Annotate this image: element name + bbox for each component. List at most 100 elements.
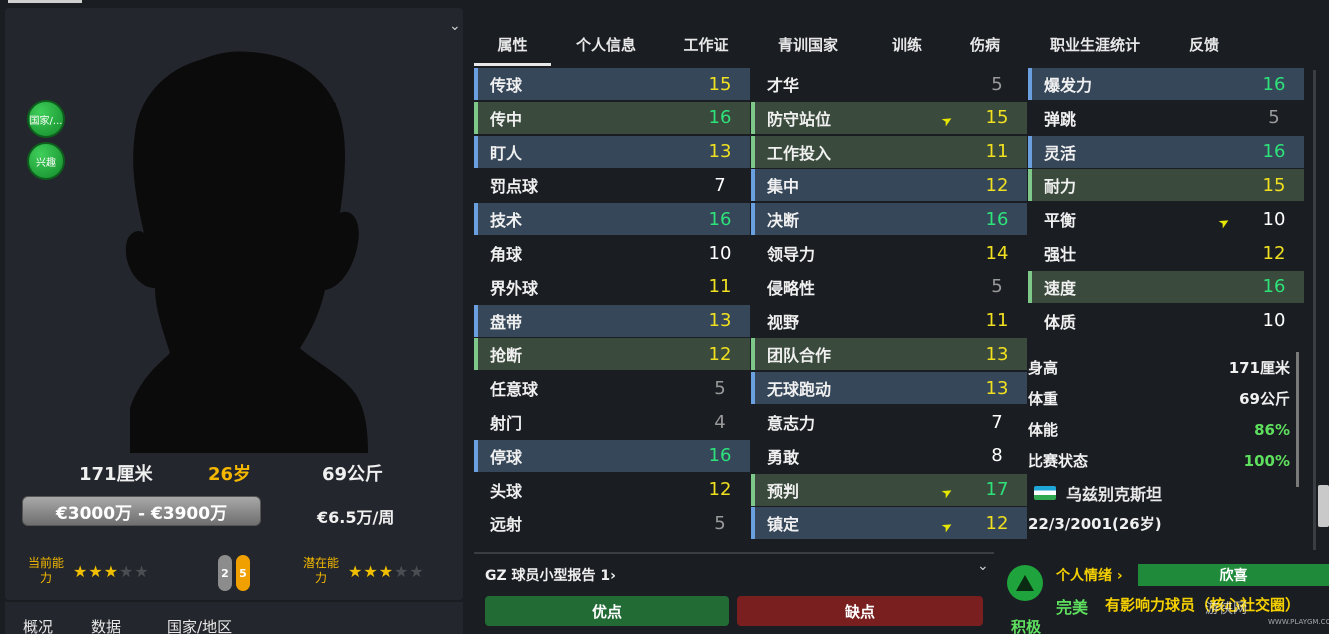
attribute-name: 耐力 [1044, 177, 1077, 197]
left-foot-icon: 2 [218, 555, 232, 591]
attribute-row[interactable]: 抢断 12 [474, 338, 750, 371]
attribute-name: 盯人 [490, 143, 523, 163]
attribute-row[interactable]: 耐力 15 [1028, 169, 1304, 202]
morale-up-icon[interactable] [1007, 565, 1043, 601]
attribute-row[interactable]: 领导力 14 [751, 237, 1027, 269]
trend-placeholder [1220, 247, 1243, 260]
trend-placeholder [666, 483, 689, 496]
attribute-row[interactable]: 才华 5 [751, 68, 1027, 100]
attribute-row[interactable]: 镇定 ➤ 12 [751, 507, 1027, 540]
report-title: GZ 球员小型报告 1 [485, 568, 611, 584]
player-silhouette-image [125, 51, 368, 453]
weaknesses-header[interactable]: 缺点 [737, 596, 983, 626]
attribute-row[interactable]: 强壮 12 [1028, 237, 1304, 269]
attribute-row[interactable]: 灵活 16 [1028, 135, 1304, 168]
star-empty-icon: ★ [134, 561, 150, 581]
trend-placeholder [666, 213, 689, 226]
attribute-row[interactable]: 侵略性 5 [751, 271, 1027, 303]
trend-placeholder [1220, 78, 1243, 91]
attribute-row[interactable]: 任意球 5 [474, 372, 750, 404]
nationality-badge[interactable]: 国家/... [27, 100, 65, 138]
badge-label: 国家/... [29, 115, 63, 127]
attribute-name: 抢断 [490, 346, 523, 366]
attribute-row[interactable]: 头球 12 [474, 474, 750, 506]
attribute-row[interactable]: 预判 ➤ 17 [751, 473, 1027, 506]
attribute-value: 12 [708, 343, 732, 365]
scout-report-link[interactable]: GZ 球员小型报告 1› [485, 565, 616, 585]
star-filled-icon: ★ [348, 561, 364, 581]
trend-placeholder [1220, 179, 1243, 192]
tab-injuries[interactable]: 伤病 [949, 22, 1021, 66]
star-empty-icon: ★ [119, 561, 135, 581]
tab-youth-nation[interactable]: 青训国家 [751, 22, 865, 66]
info-row-match-form: 比赛状态 100% [1028, 445, 1290, 476]
trend-up-arrow-icon: ➤ [938, 112, 956, 131]
tab-career-stats[interactable]: 职业生涯统计 [1021, 22, 1169, 66]
tab-work-permit[interactable]: 工作证 [661, 22, 751, 66]
attribute-row[interactable]: 无球跑动 13 [751, 372, 1027, 405]
attribute-row[interactable]: 界外球 11 [474, 271, 750, 303]
attribute-row[interactable]: 角球 10 [474, 237, 750, 269]
attribute-value: 8 [991, 445, 1003, 467]
strengths-header[interactable]: 优点 [485, 596, 729, 626]
attribute-name: 决断 [767, 211, 800, 231]
attribute-row[interactable]: 集中 12 [751, 169, 1027, 202]
attribute-row[interactable]: 团队合作 13 [751, 338, 1027, 371]
tab-personal-info[interactable]: 个人信息 [551, 22, 661, 66]
nationality-row[interactable]: 乌兹别克斯坦 [1034, 481, 1162, 505]
tab-stats[interactable]: 数据 [91, 602, 121, 634]
attribute-row[interactable]: 弹跳 5 [1028, 102, 1304, 134]
attribute-row[interactable]: 防守站位 ➤ 15 [751, 101, 1027, 134]
player-card-panel: ⌄ 国家/... 兴趣 171厘米 26岁 69公斤 €3000万 - €390… [5, 8, 463, 600]
attribute-value: 5 [991, 276, 1003, 298]
attributes-scroll-track[interactable] [1313, 70, 1316, 550]
attribute-value: 16 [985, 208, 1009, 230]
trend-placeholder [943, 179, 966, 192]
attribute-row[interactable]: 盘带 13 [474, 304, 750, 337]
attribute-value: 15 [1262, 174, 1286, 196]
attribute-name: 停球 [490, 447, 523, 467]
chevron-down-icon[interactable]: ⌄ [977, 558, 989, 574]
attribute-row[interactable]: 视野 11 [751, 305, 1027, 337]
interest-badge[interactable]: 兴趣 [27, 142, 65, 180]
tab-feedback[interactable]: 反馈 [1169, 22, 1239, 66]
tab-training[interactable]: 训练 [865, 22, 949, 66]
attribute-row[interactable]: 意志力 7 [751, 406, 1027, 438]
attribute-row[interactable]: 工作投入 11 [751, 135, 1027, 168]
attribute-row[interactable]: 技术 16 [474, 203, 750, 236]
badge-label: 兴趣 [36, 157, 56, 169]
info-scrollbar[interactable] [1296, 352, 1299, 487]
section-divider [474, 552, 994, 554]
attribute-row[interactable]: 射门 4 [474, 406, 750, 438]
star-filled-icon: ★ [378, 561, 395, 581]
chevron-down-icon[interactable]: ⌄ [449, 18, 461, 34]
trend-placeholder [1220, 280, 1243, 293]
attribute-row[interactable]: 盯人 13 [474, 135, 750, 168]
attribute-row[interactable]: 传球 15 [474, 68, 750, 100]
tab-overview[interactable]: 概况 [23, 602, 53, 634]
attribute-row[interactable]: 决断 16 [751, 203, 1027, 236]
personal-mood-link[interactable]: 个人情绪 › [1056, 565, 1123, 585]
tab-attributes[interactable]: 属性 [474, 22, 551, 66]
attribute-row[interactable]: 爆发力 16 [1028, 68, 1304, 100]
attribute-name: 爆发力 [1044, 76, 1093, 95]
attribute-row[interactable]: 罚点球 7 [474, 169, 750, 201]
attribute-name: 无球跑动 [767, 380, 832, 400]
trend-placeholder [943, 78, 966, 91]
info-row-height: 身高 171厘米 [1028, 352, 1290, 383]
attribute-row[interactable]: 速度 16 [1028, 270, 1304, 303]
attribute-row[interactable]: 停球 16 [474, 439, 750, 472]
attribute-value: 13 [985, 377, 1009, 399]
attribute-row[interactable]: 传中 16 [474, 101, 750, 134]
trend-placeholder [666, 382, 689, 395]
attribute-name: 意志力 [767, 414, 816, 433]
attribute-row[interactable]: 远射 5 [474, 507, 750, 539]
potential-ability-stars: ★★★★★ [348, 562, 425, 581]
star-filled-icon: ★ [103, 561, 120, 581]
tab-nation[interactable]: 国家/地区 [167, 602, 232, 634]
potential-ability: 潜在能力 ★★★★★ [300, 556, 425, 586]
attribute-row[interactable]: 体质 10 [1028, 305, 1304, 337]
attribute-row[interactable]: 勇敢 8 [751, 440, 1027, 472]
attribute-row[interactable]: 平衡 ➤ 10 [1028, 203, 1304, 235]
page-scrollbar-thumb[interactable] [1318, 485, 1329, 527]
